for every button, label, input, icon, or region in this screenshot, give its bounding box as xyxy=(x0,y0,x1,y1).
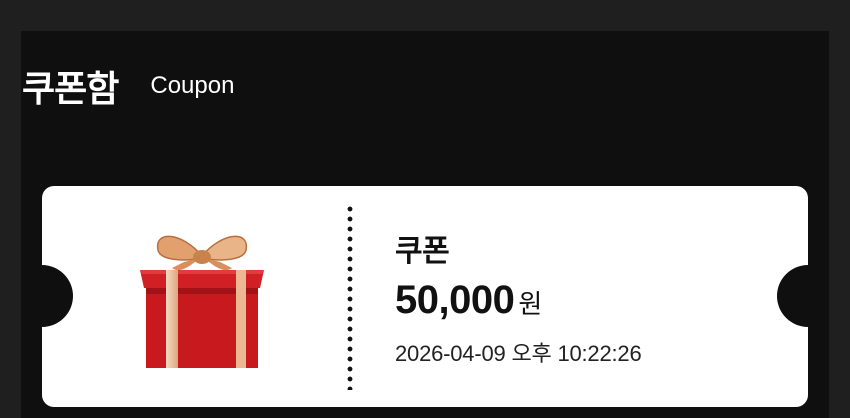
coupon-name: 쿠폰 xyxy=(395,234,450,269)
ticket-notch-left xyxy=(42,265,73,327)
page-title: 쿠폰함 xyxy=(22,69,119,110)
page-header: 쿠폰함 Coupon xyxy=(22,62,234,110)
coupon-amount: 50,000 xyxy=(395,278,515,322)
coupon-card[interactable]: 쿠폰 50,000 원 2026-04-09 오후 10:22:26 xyxy=(42,186,808,407)
coupon-info: 쿠폰 50,000 원 2026-04-09 오후 10:22:26 xyxy=(395,186,768,407)
ticket-notch-right xyxy=(777,265,808,327)
coupon-amount-row: 50,000 원 xyxy=(395,278,542,323)
dotted-divider xyxy=(347,204,353,390)
coupon-date: 2026-04-09 오후 10:22:26 xyxy=(395,341,642,366)
page-subtitle: Coupon xyxy=(150,72,235,99)
gift-box-icon xyxy=(140,235,264,368)
currency-unit: 원 xyxy=(518,290,543,320)
